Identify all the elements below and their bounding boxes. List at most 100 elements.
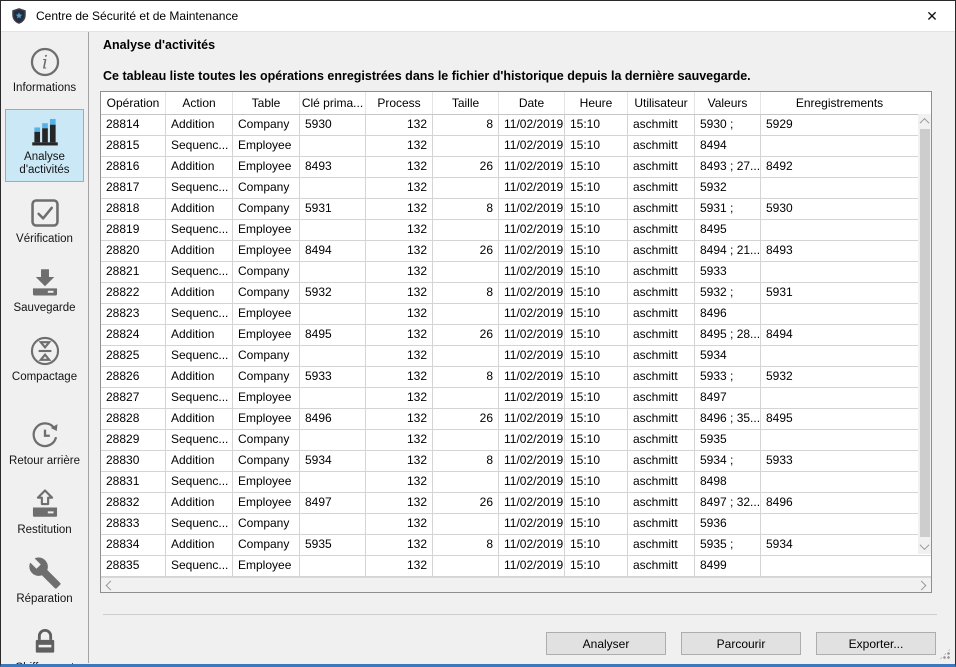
scroll-right-icon[interactable] [917, 580, 927, 590]
table-row[interactable]: 28823Sequenc...Employee13211/02/201915:1… [101, 304, 931, 325]
scroll-down-icon[interactable] [920, 540, 930, 550]
table-cell: 5934 [695, 346, 761, 366]
table-row[interactable]: 28816AdditionEmployee84931322611/02/2019… [101, 157, 931, 178]
table-cell: 15:10 [565, 199, 628, 219]
table-cell: Sequenc... [166, 346, 233, 366]
table-row[interactable]: 28825Sequenc...Company13211/02/201915:10… [101, 346, 931, 367]
table-cell: 8 [433, 115, 499, 135]
table-row[interactable]: 28819Sequenc...Employee13211/02/201915:1… [101, 220, 931, 241]
table-cell [300, 304, 366, 324]
sidebar-item-retour-arriere[interactable]: Retour arrière [5, 413, 84, 473]
analyser-button[interactable]: Analyser [546, 632, 666, 655]
sidebar-item-compactage[interactable]: Compactage [5, 329, 84, 389]
scroll-thumb[interactable] [920, 129, 930, 537]
table-cell: 5930 [300, 115, 366, 135]
horizontal-scrollbar[interactable] [101, 577, 931, 592]
sidebar-item-reparation[interactable]: Réparation [5, 551, 84, 611]
table-cell: 11/02/2019 [499, 241, 565, 261]
sidebar-item-restitution[interactable]: Restitution [5, 482, 84, 542]
table-cell: 8 [433, 535, 499, 555]
table-row[interactable]: 28821Sequenc...Company13211/02/201915:10… [101, 262, 931, 283]
table-row[interactable]: 28814AdditionCompany5930132811/02/201915… [101, 115, 931, 136]
table-cell: 132 [366, 514, 433, 534]
sidebar-item-analyse-activites[interactable]: Analyse d'activités [5, 109, 84, 182]
table-cell: 28834 [101, 535, 166, 555]
table-cell: 132 [366, 199, 433, 219]
table-cell [433, 262, 499, 282]
table-cell: 8498 [695, 472, 761, 492]
sidebar-item-sauvegarde[interactable]: Sauvegarde [5, 260, 84, 320]
table-cell: aschmitt [628, 115, 695, 135]
rollback-icon [28, 418, 62, 452]
sidebar-item-label: Analyse d'activités [8, 151, 82, 177]
table-row[interactable]: 28830AdditionCompany5934132811/02/201915… [101, 451, 931, 472]
repair-icon [28, 556, 62, 590]
parcourir-button[interactable]: Parcourir [681, 632, 801, 655]
sidebar-item-label: Informations [8, 82, 82, 95]
svg-text:i: i [42, 52, 48, 73]
table-row[interactable]: 28832AdditionEmployee84971322611/02/2019… [101, 493, 931, 514]
table-cell: 11/02/2019 [499, 535, 565, 555]
column-header-3[interactable]: Clé prima... [300, 92, 366, 114]
table-cell: 11/02/2019 [499, 157, 565, 177]
main-panel: Analyse d'activités Ce tableau liste tou… [89, 32, 955, 663]
table-cell: Employee [233, 325, 300, 345]
column-header-10[interactable]: Enregistrements [761, 92, 918, 114]
table-cell: 5930 ; [695, 115, 761, 135]
table-row[interactable]: 28818AdditionCompany5931132811/02/201915… [101, 199, 931, 220]
table-cell: 132 [366, 346, 433, 366]
table-row[interactable]: 28824AdditionEmployee84951322611/02/2019… [101, 325, 931, 346]
sidebar-item-chiffrement[interactable]: Chiffrement [5, 620, 84, 667]
table-row[interactable]: 28834AdditionCompany5935132811/02/201915… [101, 535, 931, 556]
table-row[interactable]: 28826AdditionCompany5933132811/02/201915… [101, 367, 931, 388]
close-button[interactable]: ✕ [915, 1, 949, 31]
column-header-0[interactable]: Opération [101, 92, 166, 114]
table-row[interactable]: 28817Sequenc...Company13211/02/201915:10… [101, 178, 931, 199]
column-header-7[interactable]: Heure [565, 92, 628, 114]
column-header-4[interactable]: Process [366, 92, 433, 114]
table-cell: Sequenc... [166, 430, 233, 450]
scroll-up-icon[interactable] [920, 118, 930, 128]
scroll-left-icon[interactable] [106, 580, 116, 590]
table-cell: 28828 [101, 409, 166, 429]
table-row[interactable]: 28820AdditionEmployee84941322611/02/2019… [101, 241, 931, 262]
table-cell: aschmitt [628, 409, 695, 429]
table-cell: 26 [433, 493, 499, 513]
table-cell [433, 556, 499, 576]
table-row[interactable]: 28835Sequenc...Employee13211/02/201915:1… [101, 556, 931, 577]
table-row[interactable]: 28815Sequenc...Employee13211/02/201915:1… [101, 136, 931, 157]
sidebar-item-verification[interactable]: Vérification [5, 191, 84, 251]
column-header-9[interactable]: Valeurs [695, 92, 761, 114]
table-cell: aschmitt [628, 535, 695, 555]
table-cell: 15:10 [565, 115, 628, 135]
table-cell [761, 262, 918, 282]
table-row[interactable]: 28831Sequenc...Employee13211/02/201915:1… [101, 472, 931, 493]
vertical-scrollbar[interactable] [918, 114, 931, 554]
column-header-8[interactable]: Utilisateur [628, 92, 695, 114]
table-row[interactable]: 28833Sequenc...Company13211/02/201915:10… [101, 514, 931, 535]
table-cell: Sequenc... [166, 178, 233, 198]
table-row[interactable]: 28829Sequenc...Company13211/02/201915:10… [101, 430, 931, 451]
table-cell: 5933 [695, 262, 761, 282]
table-cell: 28823 [101, 304, 166, 324]
table-cell: 28821 [101, 262, 166, 282]
column-header-2[interactable]: Table [233, 92, 300, 114]
table-cell: 28822 [101, 283, 166, 303]
table-cell: Employee [233, 493, 300, 513]
table-cell: 132 [366, 451, 433, 471]
table-cell [300, 514, 366, 534]
table-row[interactable]: 28822AdditionCompany5932132811/02/201915… [101, 283, 931, 304]
sidebar-item-informations[interactable]: i Informations [5, 40, 84, 100]
exporter-button[interactable]: Exporter... [816, 632, 936, 655]
column-header-6[interactable]: Date [499, 92, 565, 114]
column-header-1[interactable]: Action [166, 92, 233, 114]
table-cell: 5931 [761, 283, 918, 303]
table-cell: 15:10 [565, 262, 628, 282]
table-cell: aschmitt [628, 388, 695, 408]
column-header-5[interactable]: Taille [433, 92, 499, 114]
table-row[interactable]: 28827Sequenc...Employee13211/02/201915:1… [101, 388, 931, 409]
table-cell: 11/02/2019 [499, 346, 565, 366]
table-cell: Company [233, 262, 300, 282]
table-cell: Sequenc... [166, 262, 233, 282]
table-row[interactable]: 28828AdditionEmployee84961322611/02/2019… [101, 409, 931, 430]
